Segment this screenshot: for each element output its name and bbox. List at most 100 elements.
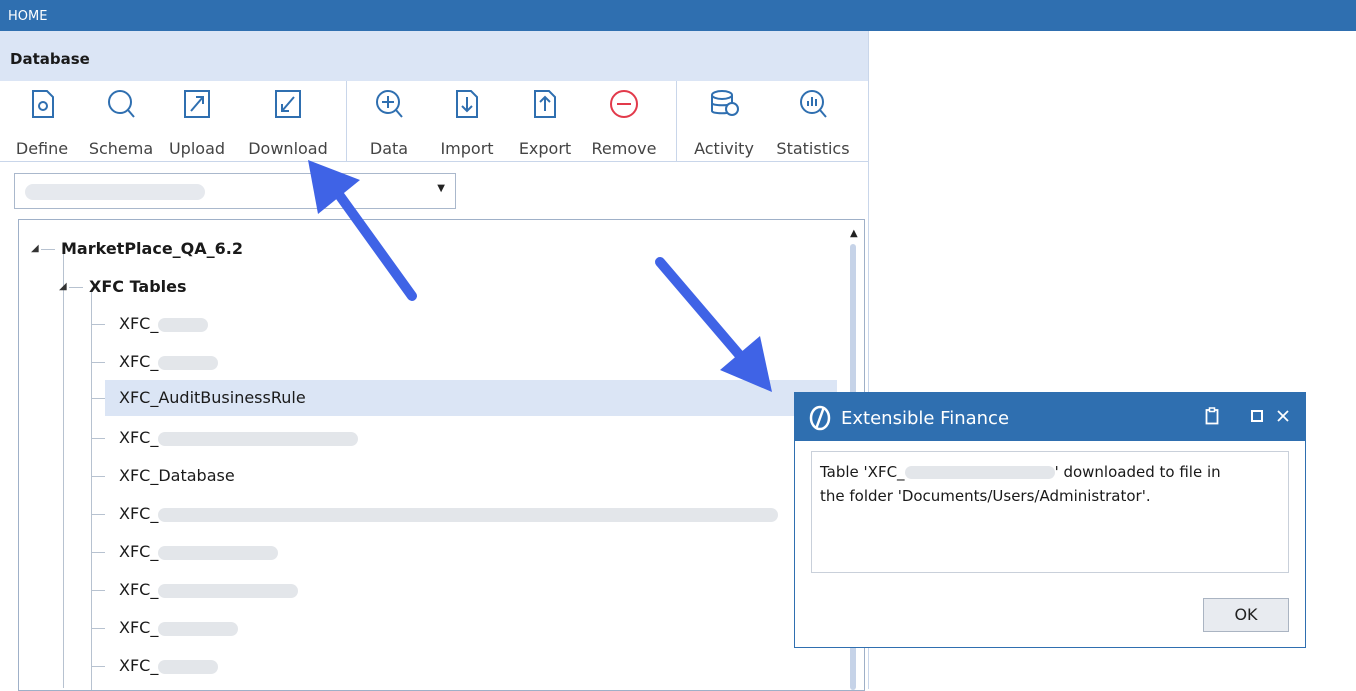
tree-item[interactable]: XFC_ — [119, 428, 359, 447]
export-icon — [534, 90, 556, 118]
message-part-1: Table 'XFC_ — [820, 463, 905, 481]
schema-label: Schema — [88, 139, 154, 158]
upload-icon — [184, 90, 210, 118]
download-complete-dialog: Extensible Finance Table 'XFC_ ' download… — [794, 392, 1306, 648]
download-button[interactable]: Download — [240, 81, 336, 161]
collapse-triangle-icon[interactable]: ◢ — [59, 281, 67, 292]
database-panel-title: Database — [10, 50, 90, 68]
import-button[interactable]: Import — [432, 81, 502, 161]
application-dropdown-value — [25, 184, 205, 200]
tree-item[interactable]: XFC_ — [119, 580, 299, 599]
ribbon-separator — [676, 81, 677, 161]
application-dropdown[interactable]: ▼ — [14, 173, 456, 209]
tree-item[interactable]: XFC_ — [119, 504, 779, 523]
dialog-title: Extensible Finance — [841, 408, 1010, 429]
tree-item[interactable]: XFC_ — [119, 656, 219, 675]
tree-root-node[interactable]: MarketPlace_QA_6.2 — [61, 239, 243, 258]
database-panel: Database Define Schema Upload Download D… — [0, 31, 869, 691]
tree-connector — [91, 438, 105, 439]
extensible-finance-logo-icon — [809, 405, 831, 431]
chevron-down-icon[interactable]: ▼ — [437, 183, 445, 194]
tree-connector — [91, 292, 92, 690]
activity-icon — [711, 90, 739, 116]
define-button[interactable]: Define — [10, 81, 74, 161]
upload-label: Upload — [168, 139, 226, 158]
ok-button[interactable]: OK — [1203, 598, 1289, 632]
tree-item[interactable]: XFC_ — [119, 542, 279, 561]
tree-connector — [91, 398, 105, 399]
tree-item[interactable]: XFC_ — [119, 618, 239, 637]
activity-button[interactable]: Activity — [686, 81, 762, 161]
tree-item-label: XFC_ — [119, 618, 159, 637]
dialog-title-bar[interactable]: Extensible Finance — [795, 393, 1305, 441]
tree-item-label: XFC_ — [119, 542, 159, 561]
tree-connector — [69, 287, 83, 288]
database-panel-header: Database — [0, 31, 868, 81]
redacted-text — [158, 431, 359, 446]
data-label: Data — [369, 139, 409, 158]
tree-item-selected[interactable]: XFC_AuditBusinessRule — [119, 388, 306, 407]
tree-item-label: XFC_ — [119, 580, 159, 599]
remove-icon — [610, 90, 638, 118]
data-icon — [376, 90, 403, 118]
tree-item-label: XFC_ — [119, 504, 159, 523]
schema-button[interactable]: Schema — [84, 81, 158, 161]
statistics-label: Statistics — [776, 139, 850, 158]
scroll-up-arrow-icon[interactable]: ▲ — [850, 228, 858, 239]
redacted-text — [158, 545, 279, 560]
tree-item[interactable]: XFC_ — [119, 352, 219, 371]
download-icon — [275, 90, 301, 118]
tree-connector — [91, 628, 105, 629]
tree-connector — [91, 476, 105, 477]
redacted-text — [158, 317, 209, 332]
ribbon-toolbar: Define Schema Upload Download Data Impor… — [0, 81, 868, 162]
download-label: Download — [248, 139, 328, 158]
import-label: Import — [440, 139, 494, 158]
redacted-text — [904, 466, 1055, 479]
data-button[interactable]: Data — [356, 81, 422, 161]
close-icon[interactable] — [1277, 407, 1289, 426]
tree-item[interactable]: XFC_Database — [119, 466, 235, 485]
statistics-button[interactable]: Statistics — [770, 81, 856, 161]
tree-connector — [91, 666, 105, 667]
tree-item-label: XFC_ — [119, 656, 159, 675]
message-line-2: the folder 'Documents/Users/Administrato… — [820, 487, 1151, 505]
statistics-icon — [800, 90, 827, 118]
home-tab-label[interactable]: HOME — [8, 9, 47, 24]
message-part-2: ' downloaded to file in — [1054, 463, 1221, 481]
tree-connector — [91, 514, 105, 515]
import-icon — [456, 90, 478, 118]
dialog-message: Table 'XFC_ ' downloaded to file in the f… — [820, 460, 1280, 508]
export-label: Export — [518, 139, 572, 158]
redacted-text — [158, 507, 779, 522]
tree-group-node[interactable]: XFC Tables — [89, 277, 187, 296]
maximize-icon[interactable] — [1251, 407, 1263, 426]
remove-button[interactable]: Remove — [586, 81, 662, 161]
redacted-text — [158, 621, 239, 636]
redacted-text — [158, 355, 219, 370]
remove-label: Remove — [591, 139, 657, 158]
tree-connector — [41, 249, 55, 250]
tree-item-label: XFC_ — [119, 352, 159, 371]
tree-connector — [91, 590, 105, 591]
table-tree[interactable]: ◢ MarketPlace_QA_6.2 ◢ XFC Tables XFC_ X… — [18, 219, 865, 691]
tree-item-label: XFC_AuditBusinessRule — [119, 388, 306, 407]
tree-connector — [91, 362, 105, 363]
tree-connector — [63, 254, 64, 688]
tree-item-label: XFC_ — [119, 314, 159, 333]
export-button[interactable]: Export — [510, 81, 580, 161]
home-tab-bar: HOME — [0, 0, 1356, 31]
upload-button[interactable]: Upload — [162, 81, 232, 161]
redacted-text — [158, 659, 219, 674]
ribbon-separator — [346, 81, 347, 161]
define-icon — [32, 90, 54, 118]
tree-item-label: XFC_Database — [119, 466, 235, 485]
tree-item-label: XFC_ — [119, 428, 159, 447]
schema-icon — [108, 90, 135, 118]
define-label: Define — [15, 139, 69, 158]
clipboard-icon[interactable] — [1205, 407, 1219, 429]
collapse-triangle-icon[interactable]: ◢ — [31, 243, 39, 254]
tree-connector — [91, 324, 105, 325]
dialog-message-box: Table 'XFC_ ' downloaded to file in the f… — [811, 451, 1289, 573]
tree-item[interactable]: XFC_ — [119, 314, 209, 333]
